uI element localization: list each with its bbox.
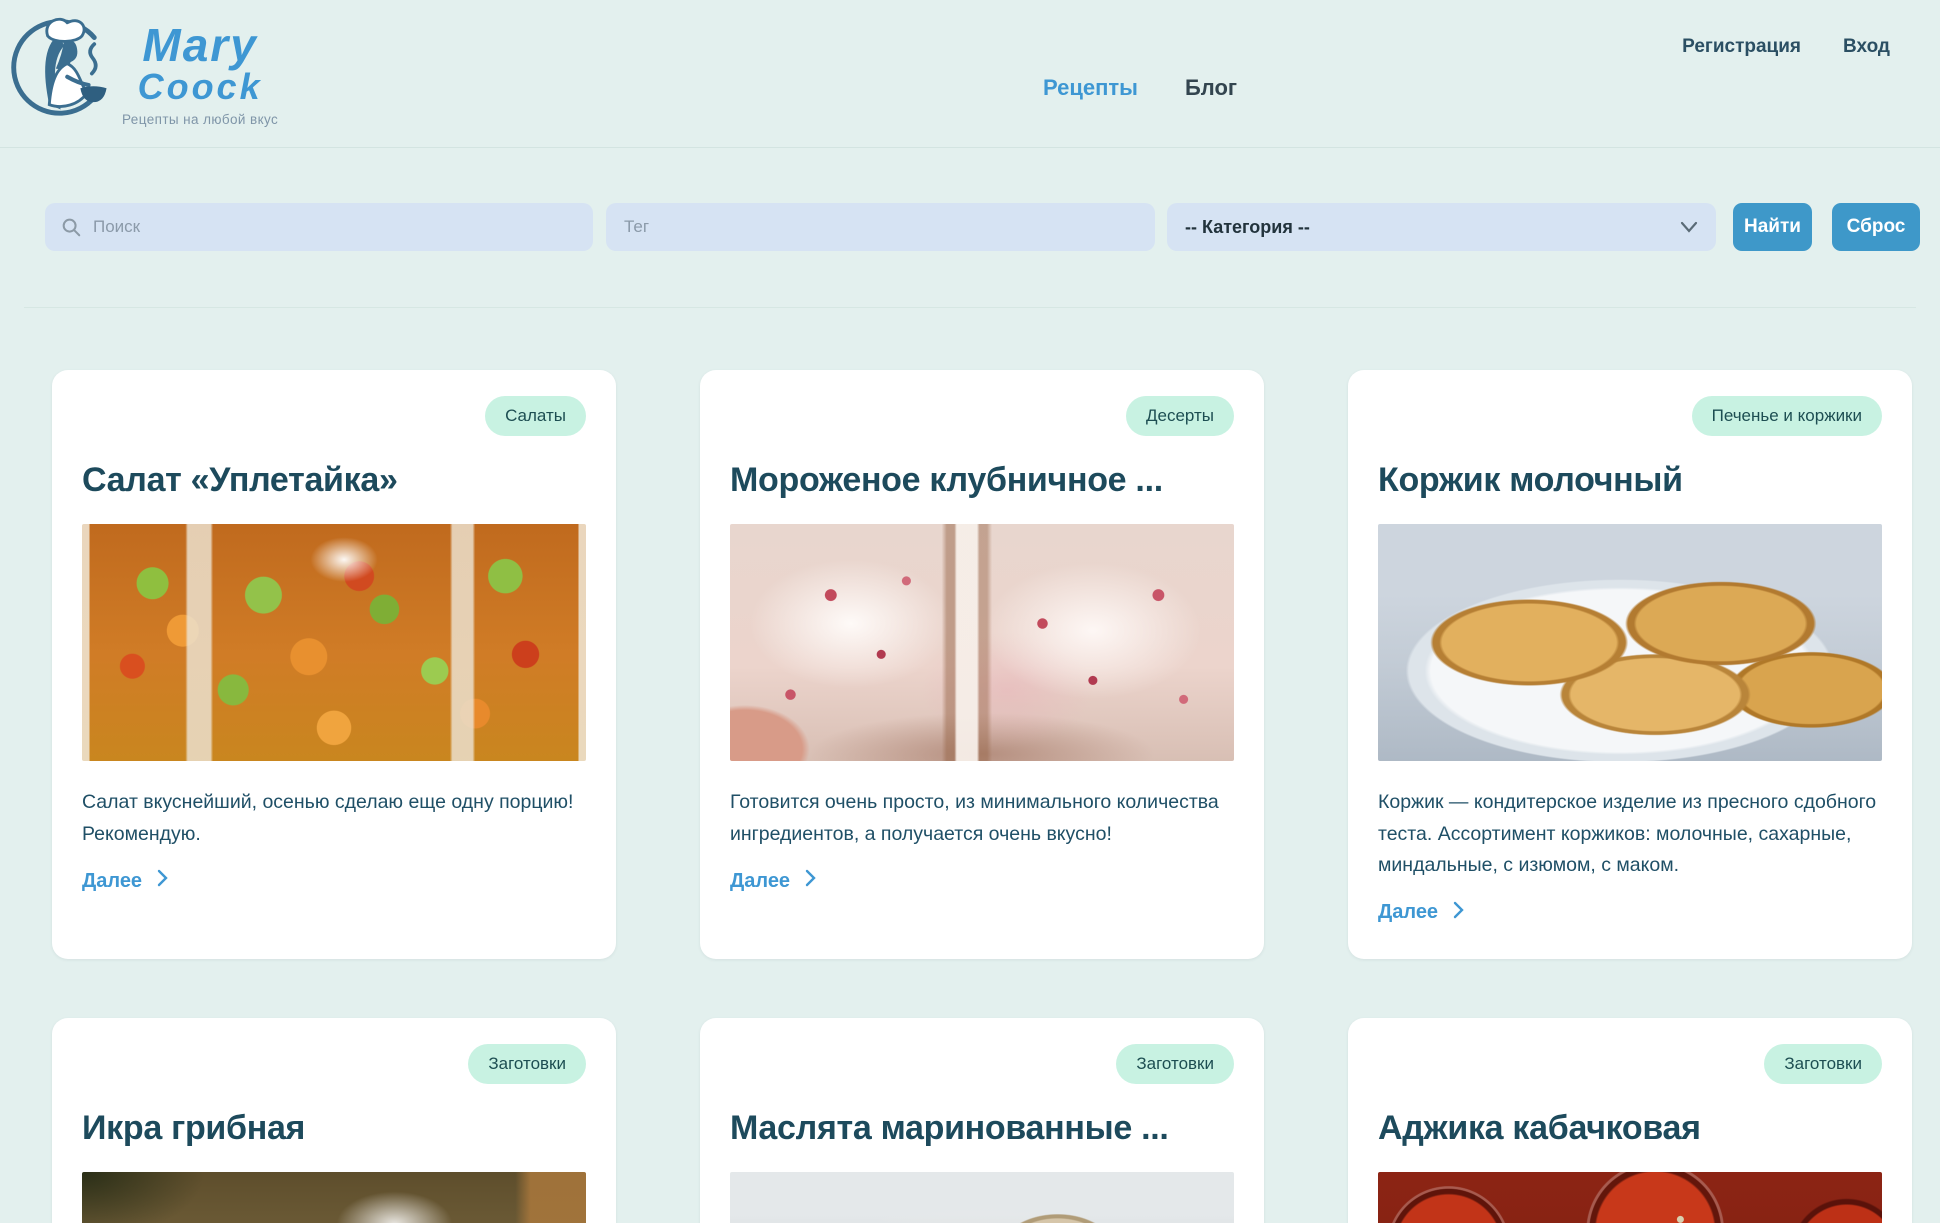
category-badge[interactable]: Заготовки bbox=[1116, 1044, 1234, 1084]
brand-name-top: Mary bbox=[142, 24, 257, 68]
category-badge[interactable]: Печенье и коржики bbox=[1692, 396, 1882, 436]
recipe-description: Готовится очень просто, из минимального … bbox=[730, 787, 1234, 850]
recipe-title[interactable]: Икра грибная bbox=[82, 1109, 586, 1148]
auth-nav: Регистрация Вход bbox=[1682, 36, 1890, 58]
recipe-card: Десерты Мороженое клубничное ... Готовит… bbox=[700, 370, 1264, 959]
recipe-photo-marinated-mushrooms[interactable] bbox=[730, 1172, 1234, 1223]
recipe-card: Салаты Салат «Уплетайка» Салат вкуснейши… bbox=[52, 370, 616, 959]
recipe-photo-zucchini-adjika[interactable] bbox=[1378, 1172, 1882, 1223]
category-badge[interactable]: Десерты bbox=[1126, 396, 1234, 436]
chevron-right-icon bbox=[1453, 901, 1464, 925]
category-badge[interactable]: Заготовки bbox=[1764, 1044, 1882, 1084]
recipe-card: Заготовки Икра грибная bbox=[52, 1018, 616, 1223]
chef-woman-logo-icon bbox=[10, 10, 118, 129]
brand-name-bottom: Coock bbox=[138, 68, 263, 106]
recipe-title[interactable]: Аджика кабачковая bbox=[1378, 1109, 1882, 1148]
recipe-grid: Салаты Салат «Уплетайка» Салат вкуснейши… bbox=[0, 308, 1940, 1223]
category-badge[interactable]: Салаты bbox=[485, 396, 586, 436]
category-field: -- Категория -- bbox=[1167, 203, 1716, 251]
recipe-card: Заготовки Аджика кабачковая bbox=[1348, 1018, 1912, 1223]
recipe-description: Коржик — кондитерское изделие из пресног… bbox=[1378, 787, 1882, 882]
reset-button[interactable]: Сброс bbox=[1832, 203, 1920, 251]
chevron-right-icon bbox=[805, 869, 816, 893]
recipe-photo-strawberry-ice-cream[interactable] bbox=[730, 524, 1234, 761]
recipe-card: Заготовки Маслята маринованные ... bbox=[700, 1018, 1264, 1223]
chevron-right-icon bbox=[157, 869, 168, 893]
recipe-description: Салат вкуснейший, осенью сделаю еще одну… bbox=[82, 787, 586, 850]
search-field bbox=[45, 203, 593, 251]
filters-bar: -- Категория -- Найти Сброс bbox=[0, 148, 1940, 251]
brand-text: Mary Coock Рецепты на любой вкус bbox=[122, 24, 278, 127]
search-icon bbox=[60, 216, 82, 243]
main-nav: Рецепты Блог bbox=[1043, 75, 1237, 101]
site-logo[interactable]: Mary Coock Рецепты на любой вкус bbox=[10, 10, 278, 129]
more-link[interactable]: Далее bbox=[1378, 901, 1464, 925]
nav-item-blog[interactable]: Блог bbox=[1185, 75, 1237, 101]
recipe-title[interactable]: Маслята маринованные ... bbox=[730, 1109, 1234, 1148]
register-link[interactable]: Регистрация bbox=[1682, 36, 1801, 58]
tag-field bbox=[606, 203, 1155, 251]
brand-tagline: Рецепты на любой вкус bbox=[122, 112, 278, 127]
recipe-title[interactable]: Мороженое клубничное ... bbox=[730, 461, 1234, 500]
login-link[interactable]: Вход bbox=[1843, 36, 1890, 58]
recipe-photo-salad-in-jars[interactable] bbox=[82, 524, 586, 761]
category-select[interactable]: -- Категория -- bbox=[1167, 203, 1716, 251]
site-header: Mary Coock Рецепты на любой вкус Рецепты… bbox=[0, 0, 1940, 148]
filters-section: -- Категория -- Найти Сброс bbox=[0, 148, 1940, 308]
recipe-title[interactable]: Салат «Уплетайка» bbox=[82, 461, 586, 500]
more-link[interactable]: Далее bbox=[730, 869, 816, 893]
search-input[interactable] bbox=[45, 203, 593, 251]
find-button[interactable]: Найти bbox=[1733, 203, 1812, 251]
recipe-card: Печенье и коржики Коржик молочный Коржик… bbox=[1348, 370, 1912, 959]
recipe-title[interactable]: Коржик молочный bbox=[1378, 461, 1882, 500]
category-badge[interactable]: Заготовки bbox=[468, 1044, 586, 1084]
nav-item-recipes[interactable]: Рецепты bbox=[1043, 75, 1138, 101]
recipe-photo-mushroom-caviar[interactable] bbox=[82, 1172, 586, 1223]
tag-input[interactable] bbox=[606, 203, 1155, 251]
recipe-photo-milk-cookies[interactable] bbox=[1378, 524, 1882, 761]
more-link[interactable]: Далее bbox=[82, 869, 168, 893]
